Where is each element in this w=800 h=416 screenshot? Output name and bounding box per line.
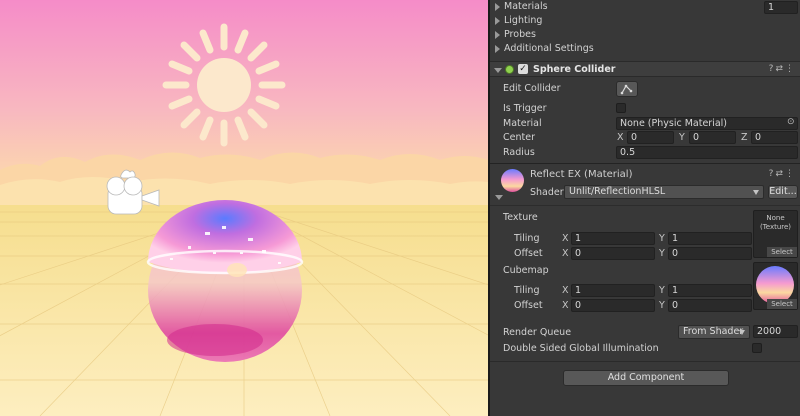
object-picker-icon[interactable]: ⊙ — [787, 117, 795, 127]
texture-offset-x-field[interactable]: 0 — [571, 247, 655, 260]
render-queue-chevron-icon — [739, 330, 745, 335]
texture-label: Texture — [503, 212, 538, 223]
double-sided-gi-checkbox[interactable] — [752, 343, 762, 353]
center-label: Center — [503, 132, 535, 143]
collider-material-label: Material — [503, 118, 542, 129]
cubemap-offset-y-field[interactable]: 0 — [668, 299, 752, 312]
material-title: Reflect EX (Material) — [530, 169, 633, 180]
texture-tiling-y-field[interactable]: 1 — [668, 232, 752, 245]
shader-edit-button[interactable]: Edit... — [768, 185, 798, 199]
cubemap-offset-y-label: Y — [659, 300, 665, 311]
add-component-button[interactable]: Add Component — [563, 370, 729, 386]
materials-size-field[interactable]: 1 — [764, 1, 798, 14]
collider-material-field[interactable]: None (Physic Material) — [616, 117, 798, 130]
texture-slot-text: None (Texture) — [759, 214, 792, 231]
additional-settings-foldout-arrow[interactable] — [494, 45, 502, 53]
is-trigger-label: Is Trigger — [503, 103, 547, 114]
cubemap-tiling-x-field[interactable]: 1 — [571, 284, 655, 297]
collider-component-icon — [505, 65, 514, 74]
cubemap-label: Cubemap — [503, 265, 549, 276]
additional-settings-label[interactable]: Additional Settings — [504, 43, 594, 54]
cubemap-tiling-y-field[interactable]: 1 — [668, 284, 752, 297]
texture-offset-label: Offset — [514, 248, 543, 259]
center-y-field[interactable]: 0 — [689, 131, 736, 144]
material-menu-icon[interactable]: ⋮ — [785, 169, 796, 179]
cubemap-offset-x-field[interactable]: 0 — [571, 299, 655, 312]
scene-view[interactable] — [0, 0, 488, 416]
material-separator — [490, 205, 800, 206]
cubemap-select-button[interactable]: Select — [767, 299, 797, 309]
cubemap-tiling-x-label: X — [562, 285, 569, 296]
radius-field[interactable]: 0.5 — [616, 146, 798, 159]
sphere-collider-title: Sphere Collider — [533, 64, 616, 75]
material-preset-icon[interactable]: ⇄ — [775, 169, 785, 179]
texture-offset-y-field[interactable]: 0 — [668, 247, 752, 260]
edit-collider-label: Edit Collider — [503, 83, 561, 94]
texture-tiling-x-label: X — [562, 233, 569, 244]
cubemap-offset-x-label: X — [562, 300, 569, 311]
texture-tiling-y-label: Y — [659, 233, 665, 244]
context-menu-icon[interactable]: ⋮ — [785, 64, 796, 74]
shader-value: Unlit/ReflectionHLSL — [569, 186, 666, 197]
material-preview-icon — [501, 169, 524, 192]
cubemap-tiling-y-label: Y — [659, 285, 665, 296]
lighting-foldout-arrow[interactable] — [494, 17, 502, 25]
texture-slot[interactable]: None (Texture) Select — [753, 210, 798, 258]
center-z-label: Z — [741, 132, 748, 143]
is-trigger-checkbox[interactable] — [616, 103, 626, 113]
sun-icon — [162, 23, 286, 147]
materials-label[interactable]: Materials — [504, 1, 548, 12]
material-header-icons: ?⇄⋮ — [769, 169, 796, 179]
center-y-label: Y — [679, 132, 685, 143]
double-sided-gi-label: Double Sided Global Illumination — [503, 343, 659, 354]
center-x-label: X — [617, 132, 624, 143]
preset-icon[interactable]: ⇄ — [775, 64, 785, 74]
probes-foldout-arrow[interactable] — [494, 31, 502, 39]
probes-label[interactable]: Probes — [504, 29, 536, 40]
edit-collider-button[interactable] — [616, 81, 638, 97]
center-x-field[interactable]: 0 — [627, 131, 674, 144]
reflect-sphere[interactable] — [146, 200, 304, 362]
cubemap-tiling-label: Tiling — [514, 285, 540, 296]
lighting-label[interactable]: Lighting — [504, 15, 542, 26]
shader-label: Shader — [530, 187, 564, 198]
render-queue-value-field[interactable]: 2000 — [753, 325, 798, 338]
inspector-panel: Materials 1 Lighting Probes Additional S… — [490, 0, 800, 416]
texture-tiling-label: Tiling — [514, 233, 540, 244]
render-queue-mode: From Shader — [683, 326, 744, 337]
texture-offset-y-label: Y — [659, 248, 665, 259]
section-separator — [490, 163, 800, 164]
component-header-icons: ?⇄⋮ — [769, 64, 796, 74]
radius-label: Radius — [503, 147, 535, 158]
texture-offset-x-label: X — [562, 248, 569, 259]
center-z-field[interactable]: 0 — [751, 131, 798, 144]
cubemap-slot[interactable]: Select — [753, 262, 798, 310]
bottom-separator — [490, 361, 800, 362]
shader-dropdown[interactable]: Unlit/ReflectionHLSL — [564, 185, 764, 199]
render-queue-label: Render Queue — [503, 327, 572, 338]
sphere-collider-foldout-arrow[interactable] — [494, 66, 502, 74]
texture-select-button[interactable]: Select — [767, 247, 797, 257]
cubemap-offset-label: Offset — [514, 300, 543, 311]
material-foldout-arrow[interactable] — [495, 193, 503, 201]
texture-tiling-x-field[interactable]: 1 — [571, 232, 655, 245]
materials-foldout-arrow[interactable] — [494, 3, 502, 11]
chevron-down-icon — [753, 190, 759, 195]
render-queue-dropdown[interactable]: From Shader — [678, 325, 750, 339]
sphere-collider-header[interactable]: ✓ Sphere Collider ?⇄⋮ — [490, 61, 800, 77]
edit-collider-icon — [620, 84, 633, 95]
scene-canvas[interactable] — [0, 0, 488, 416]
collider-enabled-checkbox[interactable]: ✓ — [518, 64, 528, 74]
